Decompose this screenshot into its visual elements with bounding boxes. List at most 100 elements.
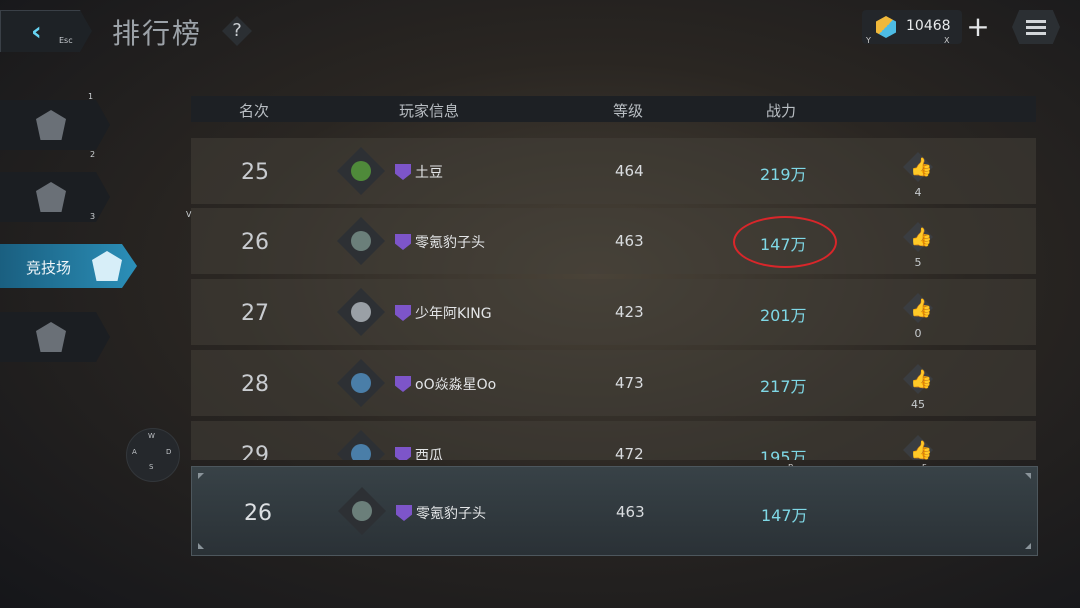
player-level: 464 bbox=[615, 162, 644, 180]
player-level: 463 bbox=[615, 232, 644, 250]
self-name: 零氪豹子头 bbox=[416, 506, 486, 522]
header-power: 战力 bbox=[766, 102, 797, 120]
add-currency-button[interactable]: + bbox=[962, 11, 994, 43]
thumbs-up-icon: 👍 bbox=[910, 298, 933, 319]
row-rank: 26 bbox=[241, 230, 269, 255]
guild-crest-icon bbox=[36, 322, 66, 352]
avatar-face bbox=[351, 231, 371, 251]
avatar-face bbox=[351, 161, 371, 181]
avatar-face bbox=[351, 444, 371, 460]
crossed-swords-icon bbox=[92, 251, 122, 281]
menu-icon-bar bbox=[1026, 32, 1046, 35]
rank-chevron-icon bbox=[36, 110, 66, 140]
header-player-info: 玩家信息 bbox=[399, 102, 460, 120]
table-row[interactable]: 26 零氪豹子头 463 147万 👍 5 bbox=[191, 208, 1036, 274]
like-count: 45 bbox=[911, 398, 925, 411]
header-level: 等级 bbox=[613, 102, 644, 120]
sidebar-hotkey: 3 bbox=[90, 212, 96, 221]
row-rank: 27 bbox=[241, 301, 269, 326]
frame-corner bbox=[1025, 473, 1031, 479]
page-title: 排行榜 bbox=[112, 17, 203, 50]
sidebar-hotkey: 2 bbox=[90, 150, 96, 159]
like-button[interactable]: 👍 4 bbox=[899, 152, 937, 199]
table-row[interactable]: 27 少年阿KING 423 201万 👍 0 bbox=[191, 279, 1036, 345]
table-header: 名次 玩家信息 等级 战力 bbox=[191, 96, 1036, 122]
vip-badge-icon bbox=[395, 305, 411, 321]
like-count: 5 bbox=[914, 256, 922, 269]
self-power: 147万 bbox=[761, 506, 808, 525]
sidebar-tab-guild[interactable] bbox=[0, 312, 110, 362]
like-button[interactable]: 👍 0 bbox=[899, 293, 937, 340]
player-level: 423 bbox=[615, 303, 644, 321]
dpad-right-key: D bbox=[166, 448, 172, 456]
avatar-face bbox=[351, 373, 371, 393]
like-count: 4 bbox=[914, 186, 922, 199]
player-power: 195万 bbox=[760, 448, 807, 460]
beast-icon bbox=[36, 182, 66, 212]
frame-corner bbox=[198, 473, 204, 479]
annotation-circle bbox=[733, 216, 837, 268]
like-button[interactable]: 👍 bbox=[899, 435, 937, 460]
menu-button[interactable] bbox=[1012, 10, 1060, 44]
header-rank: 名次 bbox=[239, 102, 270, 120]
dpad-down-key: S bbox=[149, 463, 154, 471]
self-level: 463 bbox=[616, 503, 645, 521]
gem-icon bbox=[876, 16, 896, 38]
like-button[interactable]: 👍 5 bbox=[899, 222, 937, 269]
avatar[interactable] bbox=[337, 217, 385, 265]
frame-corner bbox=[198, 543, 204, 549]
back-arrow-icon: ‹ bbox=[31, 17, 42, 47]
self-avatar[interactable] bbox=[338, 487, 386, 535]
currency-hotkey-x: X bbox=[944, 36, 950, 45]
dpad-up-key: W bbox=[148, 432, 155, 440]
self-rank: 26 bbox=[244, 501, 272, 526]
menu-icon-bar bbox=[1026, 26, 1046, 29]
thumbs-up-icon: 👍 bbox=[910, 157, 933, 178]
sidebar-hotkey: 1 bbox=[88, 92, 94, 101]
dpad-left-key: A bbox=[132, 448, 137, 456]
currency-display[interactable]: 10468 Y X bbox=[862, 10, 962, 45]
player-name: oO焱淼星Oo bbox=[415, 377, 497, 393]
top-bar: ‹ Esc 排行榜 ? 10468 Y X + bbox=[0, 0, 1080, 62]
like-count: 0 bbox=[914, 327, 922, 340]
avatar-face bbox=[352, 501, 372, 521]
table-row[interactable]: 25 土豆 464 219万 👍 4 bbox=[191, 138, 1036, 204]
player-power: 219万 bbox=[760, 165, 807, 184]
avatar-face bbox=[351, 302, 371, 322]
vip-badge-icon bbox=[395, 234, 411, 250]
row-rank: 25 bbox=[241, 160, 269, 185]
table-row[interactable]: 28 oO焱淼星Oo 473 217万 👍 45 bbox=[191, 350, 1036, 416]
menu-icon bbox=[1026, 20, 1046, 23]
player-power: 217万 bbox=[760, 377, 807, 396]
dpad[interactable]: W A D S bbox=[126, 428, 180, 482]
currency-hotkey-y: Y bbox=[866, 36, 871, 45]
leaderboard-rows[interactable]: 25 土豆 464 219万 👍 4 26 零氪豹子头 463 147万 👍 5 bbox=[191, 126, 1036, 460]
like-button[interactable]: 👍 45 bbox=[899, 364, 937, 411]
vip-badge-icon bbox=[396, 505, 412, 521]
player-name: 零氪豹子头 bbox=[415, 235, 485, 251]
thumbs-up-icon: 👍 bbox=[910, 440, 933, 460]
thumbs-up-icon: 👍 bbox=[910, 227, 933, 248]
sidebar-tab-arena-label: 竞技场 bbox=[26, 259, 72, 277]
avatar[interactable] bbox=[337, 147, 385, 195]
avatar[interactable] bbox=[337, 288, 385, 336]
player-name: 西瓜 bbox=[415, 448, 443, 460]
avatar[interactable] bbox=[337, 359, 385, 407]
currency-amount: 10468 bbox=[906, 18, 951, 34]
sidebar-tab-rank[interactable] bbox=[0, 100, 110, 150]
self-rank-row: 26 零氪豹子头 463 147万 bbox=[191, 466, 1038, 556]
thumbs-up-icon: 👍 bbox=[910, 369, 933, 390]
player-level: 473 bbox=[615, 374, 644, 392]
sidebar-tab-arena[interactable]: 竞技场 bbox=[0, 244, 137, 288]
back-hotkey: Esc bbox=[59, 36, 73, 45]
avatar[interactable] bbox=[337, 430, 385, 460]
vip-badge-icon bbox=[395, 447, 411, 460]
row-rank: 29 bbox=[241, 443, 269, 460]
row-rank: 28 bbox=[241, 372, 269, 397]
vip-badge-icon bbox=[395, 376, 411, 392]
table-row[interactable]: 29 西瓜 472 195万 👍 bbox=[191, 421, 1036, 460]
help-button[interactable]: ? bbox=[222, 16, 252, 46]
back-button[interactable]: ‹ Esc bbox=[0, 10, 92, 52]
player-name: 土豆 bbox=[415, 165, 443, 181]
frame-corner bbox=[1025, 543, 1031, 549]
